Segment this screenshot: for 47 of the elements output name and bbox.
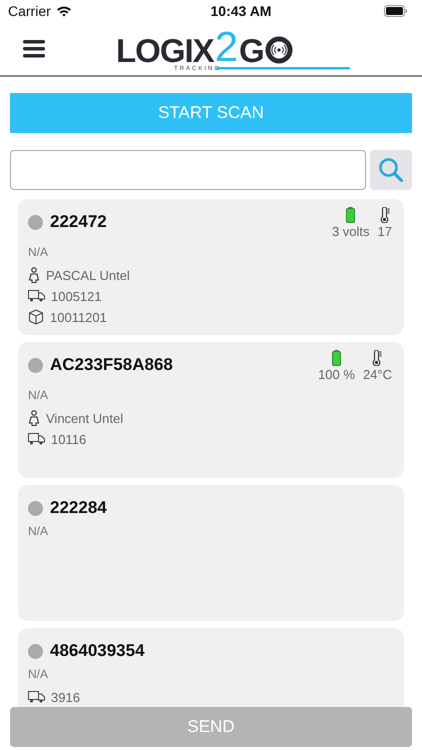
box-icon [28, 309, 44, 325]
truck-icon [28, 691, 45, 703]
thermometer-icon [380, 207, 390, 223]
device-status: N/A [28, 245, 50, 259]
wifi-icon [56, 5, 72, 17]
status-dot-icon [28, 500, 43, 516]
temperature-reading: 24°C [362, 367, 392, 382]
device-id: 4864039354 [50, 641, 145, 661]
logo-text: LOGIX [116, 34, 214, 67]
device-id: 222472 [50, 212, 107, 232]
person-icon [28, 410, 40, 426]
search-icon [378, 157, 404, 183]
device-status: N/A [28, 667, 50, 681]
row-text: 10011201 [50, 310, 107, 324]
battery-icon [384, 5, 408, 17]
signal-circle-icon [264, 36, 293, 64]
status-dot-icon [28, 214, 43, 230]
search-button[interactable] [370, 150, 412, 190]
status-dot-icon [28, 358, 43, 372]
device-card[interactable]: 222284 N/A [18, 485, 404, 621]
thermometer-icon [372, 350, 382, 366]
device-id: 222284 [50, 498, 107, 518]
battery-reading: 3 volts [332, 224, 370, 239]
person-icon [28, 267, 40, 283]
row-text: 1005121 [51, 288, 102, 304]
device-card[interactable]: 222472 3 volts 17 N/A PASCAL Untel 1005121 10011201 [18, 199, 404, 335]
battery-icon [332, 350, 342, 366]
device-status: N/A [28, 388, 50, 402]
row-text: PASCAL Untel [46, 268, 130, 282]
device-id: AC233F58A868 [50, 355, 173, 375]
status-dot-icon [28, 644, 43, 658]
truck-icon [28, 433, 45, 445]
device-card[interactable]: 4864039354 N/A 3916 [18, 628, 404, 708]
device-card[interactable]: AC233F58A868 100 % 24°C N/A Vincent Untel 10116 [18, 342, 404, 478]
temperature-reading: 17 [378, 224, 392, 239]
device-status: N/A [28, 524, 50, 538]
carrier-name: Carrier [8, 3, 51, 19]
menu-icon[interactable] [23, 40, 45, 58]
battery-reading: 100 % [318, 367, 355, 382]
battery-icon [346, 207, 356, 223]
row-text: 3916 [51, 690, 80, 704]
row-text: Vincent Untel [46, 410, 124, 426]
logo-text: G [239, 34, 264, 67]
truck-icon [28, 290, 45, 302]
status-time: 10:43 AM [210, 3, 272, 19]
search-field[interactable] [10, 150, 366, 190]
row-text: 10116 [51, 432, 86, 446]
